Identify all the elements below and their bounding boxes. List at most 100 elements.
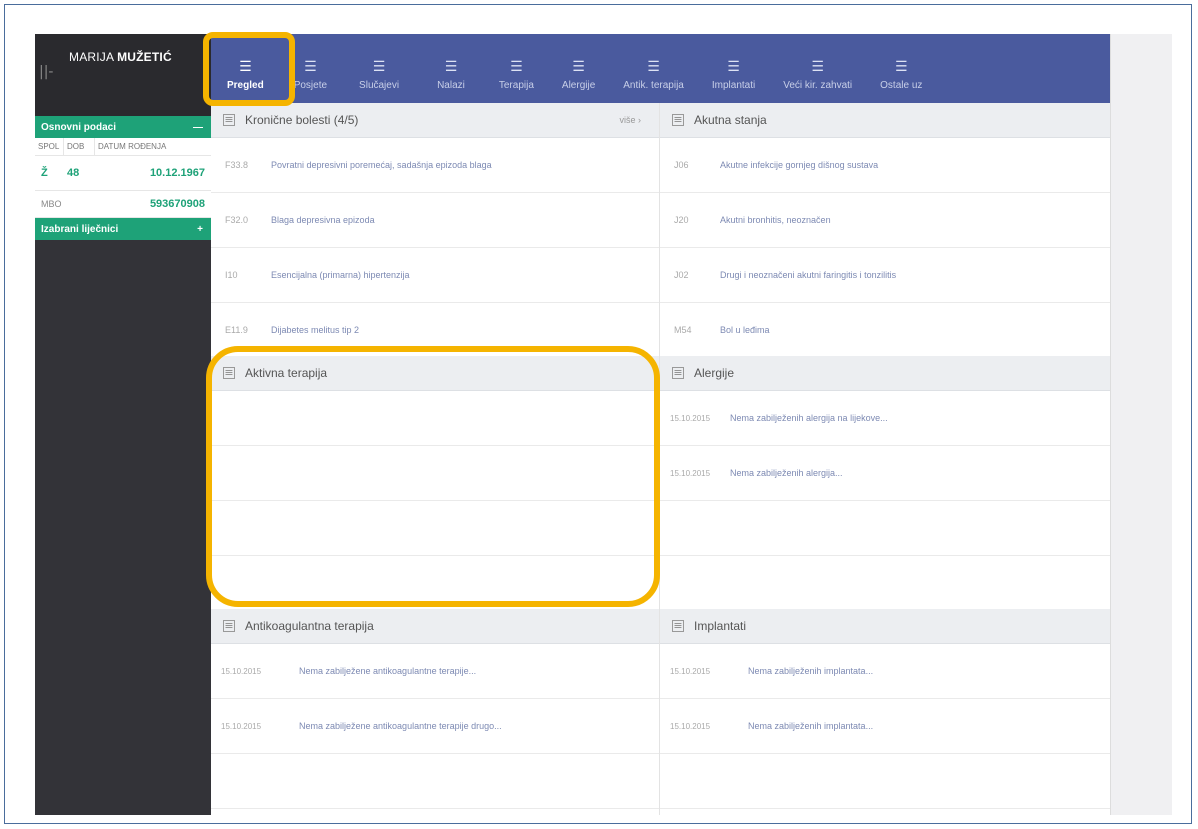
nav-tab-label: Alergije	[561, 80, 596, 91]
basic-data-section-header[interactable]: Osnovni podaci —	[35, 116, 211, 138]
list-item	[660, 501, 1110, 556]
diagnosis-text: Akutni bronhitis, neoznačen	[720, 215, 831, 225]
list-icon: ☰	[811, 59, 824, 75]
panel-icon: ≡	[223, 113, 235, 126]
chronic-diseases-panel: ≡ Kronične bolesti (4/5) više › F33.8 Pov…	[211, 103, 659, 358]
chronic-diseases-header: ≡ Kronične bolesti (4/5) više ›	[211, 103, 659, 138]
list-item[interactable]: 15.10.2015 Nema zabilježene antikoagulant…	[211, 644, 659, 699]
list-item[interactable]: M54 Bol u leđima	[660, 303, 1110, 358]
collapse-icon[interactable]: —	[193, 122, 203, 133]
nav-tab-label: Posjete	[293, 80, 328, 91]
entry-text: Nema zabilježenih implantata...	[748, 721, 874, 731]
allergies-header: ≡ Alergije	[660, 356, 1110, 391]
acute-conditions-panel: ≡ Akutna stanja J06 Akutne infekcije gorn…	[660, 103, 1110, 358]
diagnosis-code: F33.8	[225, 160, 249, 170]
list-icon: ☰	[510, 59, 523, 75]
selected-doctors-label: Izabrani liječnici	[41, 223, 119, 235]
list-item[interactable]: J02 Drugi i neoznačeni akutni faringitis …	[660, 248, 1110, 303]
right-gutter	[1110, 34, 1172, 815]
panel-title: Antikoagulantna terapija	[245, 619, 374, 633]
basic-data-headers: SPOL DOB DATUM ROĐENJA	[35, 138, 211, 156]
diagnosis-text: Blaga depresivna epizoda	[271, 215, 375, 225]
list-item	[660, 754, 1110, 809]
diagnosis-code: E11.9	[225, 325, 248, 335]
panel-icon: ≡	[223, 619, 235, 632]
diagnosis-code: J06	[674, 160, 689, 170]
nav-tab-label: Slučajevi	[359, 80, 400, 91]
sex-value: Ž	[41, 167, 48, 179]
list-item[interactable]: I10 Esencijalna (primarna) hipertenzija	[211, 248, 659, 303]
diagnosis-code: F32.0	[225, 215, 249, 225]
basic-data-table: SPOL DOB DATUM ROĐENJA Ž 48 10.12.1967 M…	[35, 138, 211, 218]
patient-sidebar: ||- MARIJA MUŽETIĆ Osnovni podaci — SPOL…	[35, 34, 211, 815]
list-item[interactable]: 15.10.2015 Nema zabilježenih alergija...	[660, 446, 1110, 501]
diagnosis-code: J20	[674, 215, 689, 225]
anticoagulant-therapy-header: ≡ Antikoagulantna terapija	[211, 609, 659, 644]
highlight-active-therapy-panel	[206, 346, 660, 607]
patient-name: MARIJA MUŽETIĆ	[69, 50, 172, 64]
list-icon: ☰	[372, 59, 386, 75]
entry-date: 15.10.2015	[221, 721, 262, 731]
entry-text: Nema zabilježene antikoagulantne terapij…	[299, 666, 477, 676]
patient-header: ||- MARIJA MUŽETIĆ	[35, 34, 211, 116]
entry-text: Nema zabilježenih alergija...	[730, 468, 843, 478]
expand-icon[interactable]: +	[197, 224, 203, 235]
list-item[interactable]: J20 Akutni bronhitis, neoznačen	[660, 193, 1110, 248]
mbo-label: MBO	[41, 199, 62, 209]
sidebar-toggle-handle[interactable]: ||-	[39, 64, 54, 80]
nav-tab-label: Terapija	[498, 80, 534, 91]
diagnosis-text: Drugi i neoznačeni akutni faringitis i t…	[720, 270, 897, 280]
diagnosis-text: Esencijalna (primarna) hipertenzija	[271, 270, 410, 280]
mbo-row: MBO 593670908	[35, 191, 211, 218]
implants-panel: ≡ Implantati 15.10.2015 Nema zabilježenih…	[660, 609, 1110, 809]
list-item[interactable]: 15.10.2015 Nema zabilježenih implantata..…	[660, 644, 1110, 699]
implants-header: ≡ Implantati	[660, 609, 1110, 644]
diagnosis-text: Bol u leđima	[720, 325, 770, 335]
entry-date: 15.10.2015	[670, 413, 711, 423]
basic-data-values: Ž 48 10.12.1967	[35, 156, 211, 191]
list-icon: ☰	[894, 59, 908, 75]
patient-first-name: MARIJA	[69, 50, 114, 64]
entry-date: 15.10.2015	[670, 721, 711, 731]
diagnosis-code: J02	[674, 270, 689, 280]
nav-tab-label: Veći kir. zahvati	[783, 80, 853, 91]
entry-date: 15.10.2015	[221, 666, 262, 676]
birthdate-header: DATUM ROĐENJA	[98, 142, 167, 151]
panel-icon: ≡	[672, 366, 684, 379]
acute-conditions-header: ≡ Akutna stanja	[660, 103, 1110, 138]
list-item	[660, 556, 1110, 611]
panel-title: Alergije	[694, 366, 735, 380]
list-item[interactable]: 15.10.2015 Nema zabilježene antikoagulant…	[211, 699, 659, 754]
nav-tab-label: Ostale uz	[880, 80, 923, 91]
nav-tab-label: Antik. terapija	[623, 80, 684, 91]
entry-text: Nema zabilježenih implantata...	[748, 666, 874, 676]
diagnosis-code: I10	[225, 270, 238, 280]
patient-last-name: MUŽETIĆ	[117, 50, 172, 64]
entry-date: 15.10.2015	[670, 666, 711, 676]
diagnosis-text: Dijabetes melitus tip 2	[271, 325, 360, 335]
panel-title: Akutna stanja	[694, 113, 767, 127]
list-icon: ☰	[727, 59, 740, 75]
entry-text: Nema zabilježenih alergija na lijekove..…	[730, 413, 888, 423]
basic-data-label: Osnovni podaci	[41, 121, 117, 133]
panel-icon: ≡	[672, 619, 684, 632]
sex-header: SPOL	[35, 138, 64, 155]
list-icon: ☰	[304, 59, 317, 75]
list-item[interactable]: 15.10.2015 Nema zabilježenih alergija na …	[660, 391, 1110, 446]
diagnosis-text: Akutne infekcije gornjeg dišnog sustava	[720, 160, 879, 170]
highlight-pregled-tab	[203, 32, 295, 106]
panel-icon: ≡	[672, 113, 684, 126]
entry-text: Nema zabilježene antikoagulantne terapij…	[299, 721, 502, 731]
list-item[interactable]: J06 Akutne infekcije gornjeg dišnog susta…	[660, 138, 1110, 193]
more-link[interactable]: više ›	[619, 115, 641, 125]
list-icon: ☰	[444, 59, 458, 75]
list-item[interactable]: 15.10.2015 Nema zabilježenih implantata..…	[660, 699, 1110, 754]
list-item[interactable]: F33.8 Povratni depresivni poremećaj, sada…	[211, 138, 659, 193]
panel-title: Kronične bolesti (4/5)	[245, 113, 359, 127]
list-item[interactable]: F32.0 Blaga depresivna epizoda	[211, 193, 659, 248]
age-header: DOB	[64, 138, 95, 155]
list-icon: ☰	[572, 59, 585, 75]
nav-tab-label: Nalazi	[437, 80, 465, 91]
selected-doctors-section-header[interactable]: Izabrani liječnici +	[35, 218, 211, 240]
allergies-panel: ≡ Alergije 15.10.2015 Nema zabilježenih a…	[660, 356, 1110, 611]
